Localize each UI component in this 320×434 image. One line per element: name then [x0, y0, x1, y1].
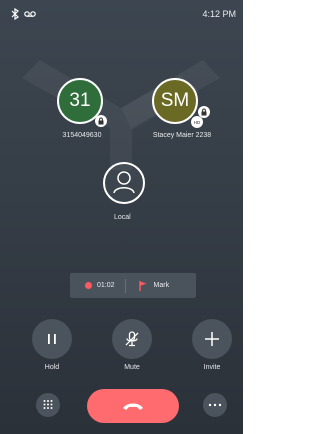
bluetooth-icon: [11, 8, 19, 20]
mark-label: Mark: [153, 282, 170, 289]
pause-icon: [48, 334, 56, 344]
record-dot-icon: [85, 282, 92, 289]
hold-button[interactable]: [32, 319, 72, 359]
invite-button[interactable]: [192, 319, 232, 359]
lock-icon: [95, 115, 107, 127]
dialpad-icon: [43, 400, 53, 409]
status-time: 4:12 PM: [202, 9, 236, 19]
recording-bar: 01:02 Mark: [70, 273, 196, 298]
status-bar: 4:12 PM: [0, 0, 243, 28]
mute-button[interactable]: [112, 319, 152, 359]
mark-button[interactable]: Mark: [138, 273, 170, 298]
status-icons: [10, 8, 36, 20]
more-icon: [208, 403, 222, 407]
person-icon: [113, 171, 135, 194]
participant-2-name: Stacey Maier 2238: [152, 132, 212, 139]
hd-icon: HD: [191, 116, 203, 128]
participant-1-name: 3154049630: [62, 132, 102, 139]
voicemail-icon: [24, 11, 36, 17]
dialpad-button[interactable]: [36, 393, 60, 417]
divider: [124, 278, 126, 293]
more-button[interactable]: [203, 393, 227, 417]
local-label: Local: [114, 214, 131, 221]
mute-label: Mute: [124, 364, 140, 371]
end-call-icon: [123, 403, 143, 410]
flag-icon: [138, 280, 147, 291]
end-call-button[interactable]: [87, 389, 179, 423]
call-screen: 4:12 PM 31 3154049630 SM HD Stacey Maier…: [0, 0, 243, 434]
participant-2-initials: SM: [160, 90, 190, 111]
record-time: 01:02: [97, 282, 115, 289]
svg-text:HD: HD: [194, 120, 201, 125]
plus-icon: [205, 332, 219, 346]
local-avatar[interactable]: [103, 162, 145, 204]
participant-1-initials: 31: [69, 90, 91, 111]
hold-label: Hold: [44, 364, 60, 371]
mic-muted-icon: [125, 331, 139, 347]
record-button[interactable]: 01:02: [70, 273, 115, 298]
invite-label: Invite: [203, 364, 221, 371]
